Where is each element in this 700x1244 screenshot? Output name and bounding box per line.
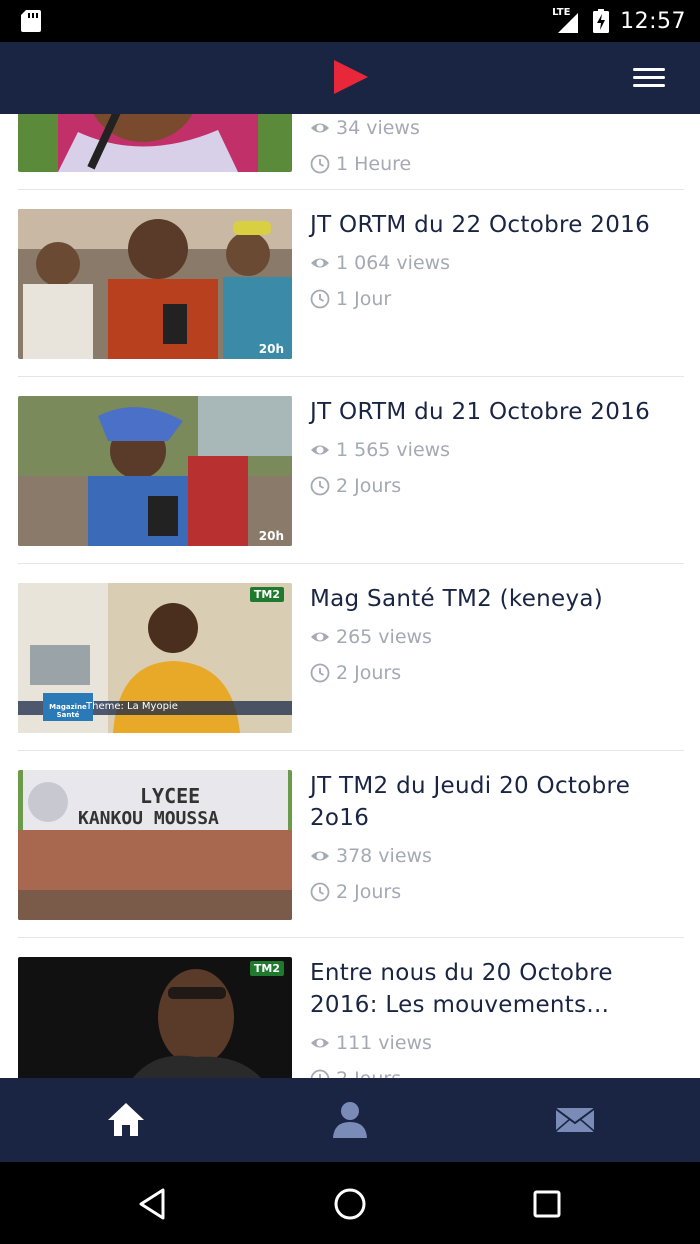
clock-icon xyxy=(310,154,330,174)
recents-icon[interactable] xyxy=(527,1184,567,1224)
video-thumbnail[interactable]: TM2 xyxy=(18,957,292,1078)
app-bar xyxy=(0,42,700,114)
video-title[interactable]: JT ORTM du 22 Octobre 2016 xyxy=(310,209,686,241)
home-icon[interactable] xyxy=(104,1098,148,1142)
clock-icon xyxy=(310,289,330,309)
channel-tag: 20h xyxy=(258,529,284,543)
view-count: 378 views xyxy=(310,842,686,870)
thumb-label: Magazine Santé xyxy=(49,703,87,719)
video-thumbnail[interactable]: TM2 Theme: La Myopie Magazine Santé xyxy=(18,583,292,733)
back-icon[interactable] xyxy=(133,1184,173,1224)
play-logo-icon[interactable] xyxy=(332,59,370,95)
video-title[interactable]: JT TM2 du Jeudi 20 Octobre 2o16 xyxy=(310,770,686,834)
thumb-caption: Theme: La Myopie xyxy=(86,701,178,712)
view-count: 1 565 views xyxy=(310,436,686,464)
upload-age: 2 Jours xyxy=(310,1065,686,1078)
view-count: 111 views xyxy=(310,1029,686,1057)
hamburger-menu-icon[interactable] xyxy=(633,64,673,94)
upload-age: 1 Heure xyxy=(310,150,686,178)
video-list-item[interactable]: 20h JT ORTM du 21 Octobre 2016 1 565 vie… xyxy=(18,376,684,564)
upload-age: 2 Jours xyxy=(310,659,686,687)
video-thumbnail[interactable]: LYCEE KANKOU MOUSSA xyxy=(18,770,292,920)
status-bar: LTE 12:57 xyxy=(0,0,700,42)
video-feed[interactable]: 34 views 1 Heure 20h JT ORTM du 22 Octob… xyxy=(0,114,700,1078)
upload-age: 2 Jours xyxy=(310,472,686,500)
video-title[interactable]: Entre nous du 20 Octobre 2016: Les mouve… xyxy=(310,957,686,1021)
profile-icon[interactable] xyxy=(328,1098,372,1142)
video-thumbnail[interactable]: 20h xyxy=(18,396,292,546)
upload-age: 1 Jour xyxy=(310,285,686,313)
sd-card-icon xyxy=(21,10,41,32)
video-title[interactable]: Mag Santé TM2 (keneya) xyxy=(310,583,686,615)
video-list-item[interactable]: LYCEE KANKOU MOUSSA JT TM2 du Jeudi 20 O… xyxy=(18,750,684,938)
video-thumbnail[interactable]: 20h xyxy=(18,209,292,359)
eye-icon xyxy=(311,258,329,268)
channel-badge: TM2 xyxy=(249,587,284,602)
video-thumbnail[interactable] xyxy=(18,114,292,172)
system-navigation-bar xyxy=(0,1162,700,1244)
video-list-item[interactable]: 34 views 1 Heure xyxy=(18,114,684,190)
thumb-sign-line1: LYCEE xyxy=(140,784,201,808)
video-list-item[interactable]: TM2 Theme: La Myopie Magazine Santé Mag … xyxy=(18,563,684,751)
clock-icon xyxy=(310,882,330,902)
channel-badge: TM2 xyxy=(249,961,284,976)
bottom-navigation xyxy=(0,1078,700,1162)
view-count: 265 views xyxy=(310,623,686,651)
home-circle-icon[interactable] xyxy=(330,1184,370,1224)
clock: 12:57 xyxy=(620,8,686,34)
upload-age: 2 Jours xyxy=(310,878,686,906)
eye-icon xyxy=(311,632,329,642)
channel-tag: 20h xyxy=(258,342,284,356)
video-list-item[interactable]: 20h JT ORTM du 22 Octobre 2016 1 064 vie… xyxy=(18,189,684,377)
clock-icon xyxy=(310,1069,330,1078)
view-count: 34 views xyxy=(310,114,686,142)
eye-icon xyxy=(311,445,329,455)
eye-icon xyxy=(311,851,329,861)
signal-icon: LTE xyxy=(552,7,582,35)
video-title[interactable]: JT ORTM du 21 Octobre 2016 xyxy=(310,396,686,428)
clock-icon xyxy=(310,663,330,683)
view-count: 1 064 views xyxy=(310,249,686,277)
mail-icon[interactable] xyxy=(553,1098,597,1142)
network-type-label: LTE xyxy=(552,7,571,18)
eye-icon xyxy=(311,123,329,133)
clock-icon xyxy=(310,476,330,496)
video-list-item[interactable]: TM2 Entre nous du 20 Octobre 2016: Les m… xyxy=(18,937,684,1078)
battery-icon xyxy=(593,9,610,33)
eye-icon xyxy=(311,1038,329,1048)
thumb-sign-line2: KANKOU MOUSSA xyxy=(78,808,219,829)
